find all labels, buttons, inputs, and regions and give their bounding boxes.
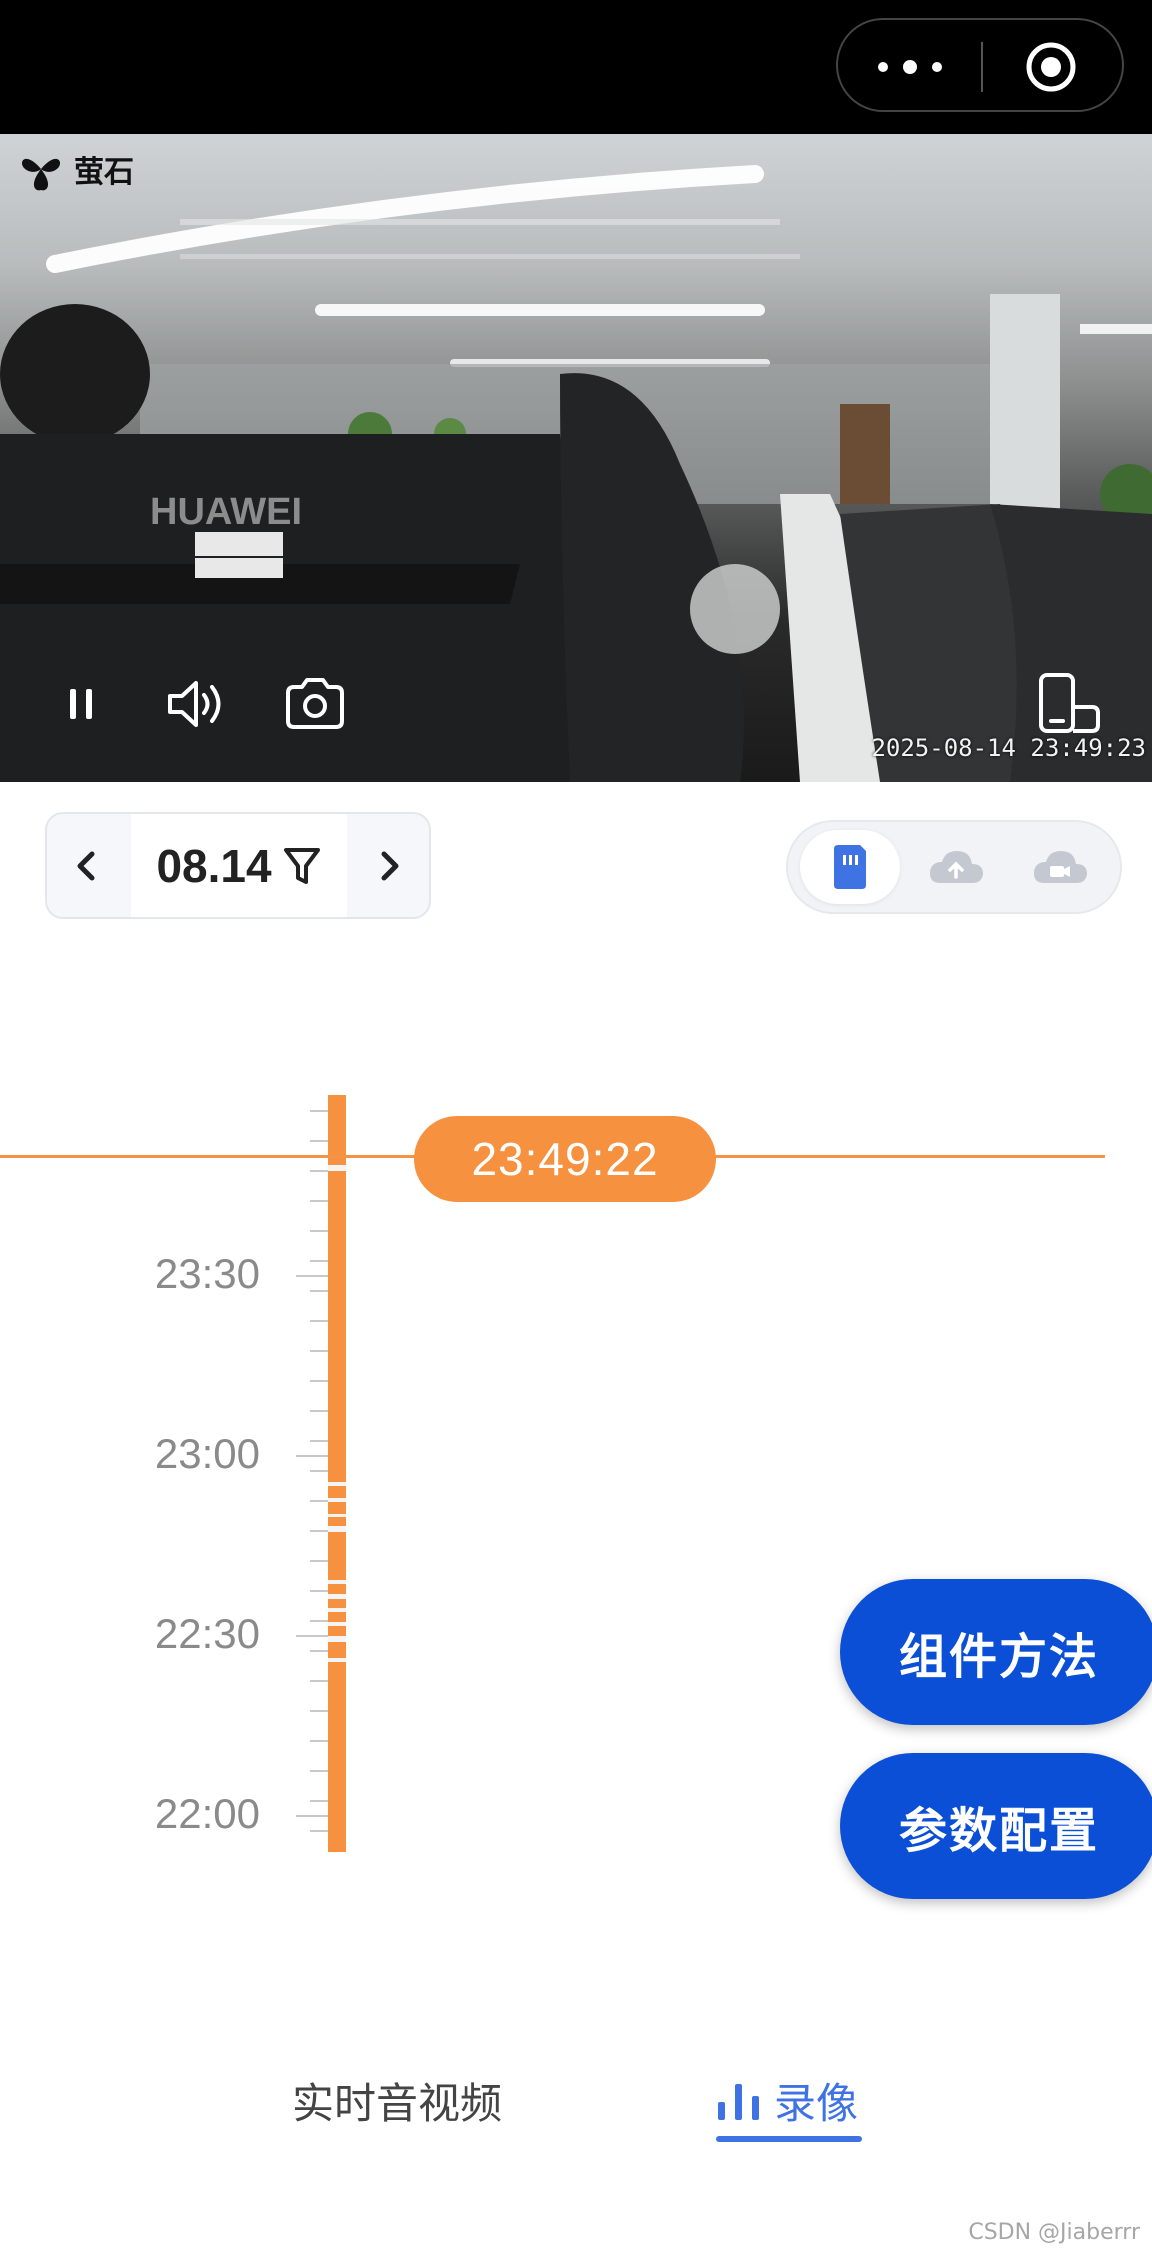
next-day-button[interactable] — [349, 814, 429, 917]
source-sd-card[interactable] — [800, 830, 900, 904]
recording-gap — [328, 1526, 346, 1532]
watermark: CSDN @Jiaberrr — [968, 2220, 1140, 2245]
brand-name: 萤石 — [74, 155, 134, 190]
recording-gap — [328, 1482, 346, 1486]
bar-chart-icon — [718, 2083, 759, 2120]
recording-gap — [328, 1594, 346, 1599]
timeline-tick — [310, 1530, 328, 1532]
recording-gap — [328, 1622, 346, 1626]
storage-source-toggle — [786, 820, 1122, 914]
tab-live-label: 实时音视频 — [292, 2079, 503, 2128]
rotate-screen-icon[interactable] — [1036, 669, 1106, 739]
recording-gap — [328, 1165, 346, 1171]
volume-icon[interactable] — [162, 669, 232, 739]
brand-logo-icon — [21, 158, 61, 191]
more-dots-icon[interactable] — [878, 48, 942, 86]
timeline-tick — [310, 1350, 328, 1352]
video-player[interactable]: HUAWEI 萤石 2025-08-14 23:49:23 — [0, 134, 1152, 782]
camera-snapshot-icon[interactable] — [280, 669, 350, 739]
source-cloud-upload[interactable] — [906, 830, 1006, 904]
top-bar — [0, 0, 1152, 134]
component-methods-button[interactable]: 组件方法 — [840, 1579, 1152, 1725]
video-timestamp: 2025-08-14 23:49:23 — [871, 734, 1146, 762]
timeline-tick — [310, 1440, 328, 1442]
video-controls — [0, 669, 1152, 739]
recording-gap — [328, 1514, 346, 1517]
timeline-tick — [310, 1230, 328, 1232]
timeline-tick — [310, 1140, 328, 1142]
filter-icon — [283, 847, 320, 884]
timeline-tick — [310, 1830, 328, 1832]
timeline-tick — [310, 1200, 328, 1202]
timeline-cursor-time[interactable]: 23:49:22 — [414, 1116, 716, 1202]
chevron-right-icon — [381, 851, 399, 880]
target-circle-icon[interactable] — [1024, 40, 1078, 94]
recording-gap — [328, 1658, 346, 1662]
timeline-label: 23:00 — [154, 1430, 260, 1477]
timeline-tick — [310, 1470, 328, 1472]
capsule-divider — [981, 42, 983, 92]
mini-program-capsule — [836, 18, 1124, 112]
sd-card-icon — [834, 845, 866, 889]
timeline-major-tick — [296, 1815, 328, 1817]
timeline-tick — [310, 1380, 328, 1382]
timeline-label: 22:00 — [154, 1790, 260, 1837]
pause-icon[interactable] — [46, 669, 116, 739]
timeline-tick — [310, 1560, 328, 1562]
recording-gap — [328, 1498, 346, 1502]
timeline-tick — [310, 1290, 328, 1292]
selected-date: 08.14 — [156, 839, 272, 892]
tab-recording-label: 录像 — [774, 2079, 859, 2128]
date-selector: 08.14 — [45, 812, 431, 919]
recording-gap — [328, 1608, 346, 1612]
source-cloud-camera[interactable] — [1010, 830, 1110, 904]
timeline-label: 22:30 — [154, 1610, 260, 1657]
timeline-tick — [310, 1800, 328, 1802]
tab-live[interactable]: 实时音视频 — [292, 2070, 502, 2131]
timeline-tick — [310, 1320, 328, 1322]
timeline-tick — [310, 1110, 328, 1112]
timeline-tick — [310, 1170, 328, 1172]
timeline-tick — [310, 1620, 328, 1622]
timeline-tick — [310, 1650, 328, 1652]
timeline-tick — [310, 1410, 328, 1412]
cloud-upload-icon — [929, 851, 983, 883]
timeline-tick — [310, 1680, 328, 1682]
recording-gap — [328, 1636, 346, 1642]
timeline-tick — [310, 1770, 328, 1772]
prev-day-button[interactable] — [47, 814, 127, 917]
timeline-tick — [310, 1260, 328, 1262]
param-config-button[interactable]: 参数配置 — [840, 1753, 1152, 1899]
tab-recording[interactable]: 录像 — [716, 2070, 858, 2131]
svg-text:HUAWEI: HUAWEI — [150, 491, 302, 533]
cloud-camera-icon — [1033, 851, 1087, 883]
timeline-major-tick — [296, 1455, 328, 1457]
timeline-major-tick — [296, 1275, 328, 1277]
date-filter-button[interactable]: 08.14 — [131, 814, 347, 917]
recording-gap — [328, 1580, 346, 1584]
timeline-major-tick — [296, 1635, 328, 1637]
timeline-tick — [310, 1740, 328, 1742]
chevron-left-icon — [77, 851, 95, 880]
timeline-label: 23:30 — [154, 1250, 260, 1297]
timeline-tick — [310, 1500, 328, 1502]
recording-bar[interactable] — [328, 1095, 346, 1852]
timeline-tick — [310, 1590, 328, 1592]
timeline-tick — [310, 1710, 328, 1712]
bottom-tabs: 实时音视频 录像 — [0, 2060, 1152, 2170]
ezviz-logo: 萤石 — [16, 146, 134, 192]
active-tab-indicator — [716, 2136, 862, 2142]
